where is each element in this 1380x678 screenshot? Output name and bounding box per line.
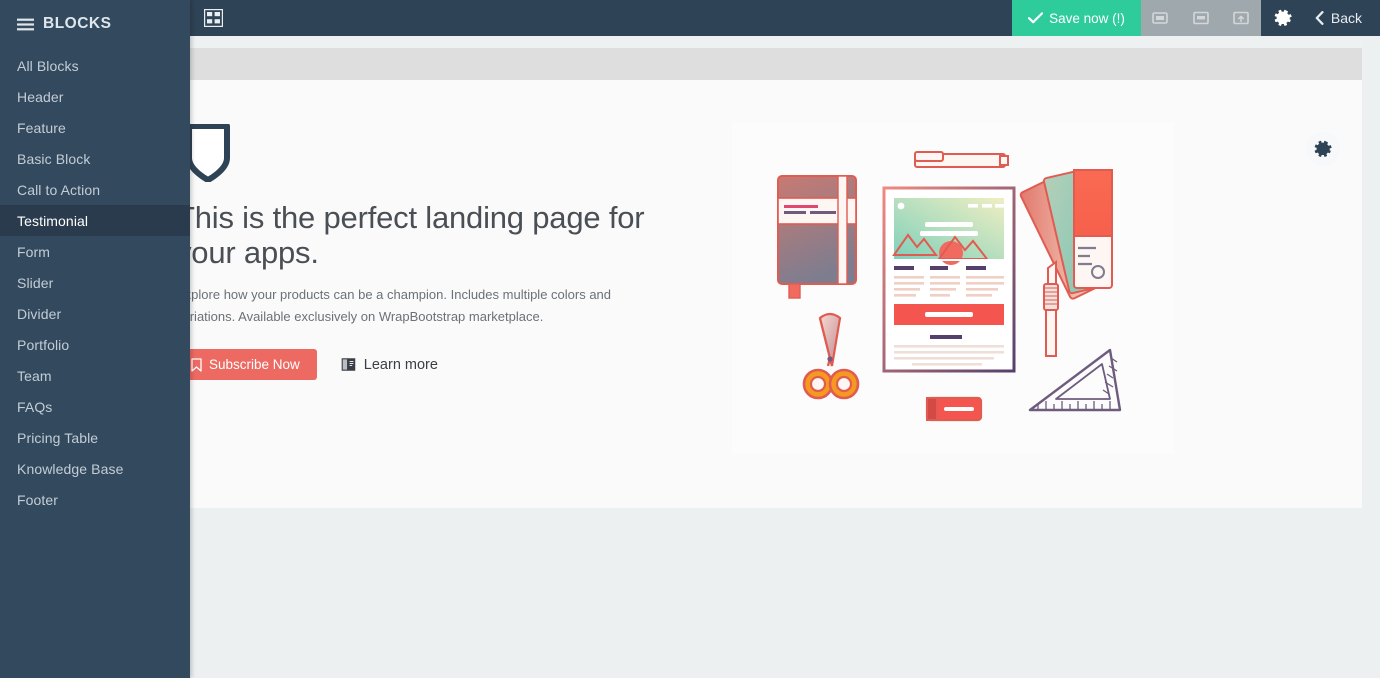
desktop-icon (1233, 11, 1249, 25)
sidebar-item-testimonial[interactable]: Testimonial (0, 205, 190, 236)
blocks-grid-button[interactable] (190, 0, 236, 36)
device-preview-group (1140, 0, 1261, 36)
bookmark-icon (191, 358, 202, 372)
document-mockup-illustration (882, 186, 1016, 373)
desktop-preview-button[interactable] (1221, 0, 1261, 36)
sidebar-item-label: FAQs (17, 398, 53, 415)
sidebar-title: BLOCKS (43, 15, 112, 32)
app-root: Save now (!) Back BLOCKS All Blocks Head… (0, 0, 1380, 678)
save-now-button[interactable]: Save now (!) (1012, 0, 1141, 36)
check-icon (1028, 12, 1044, 24)
learn-more-button[interactable]: Learn more (341, 357, 438, 373)
mobile-preview-button[interactable] (1141, 0, 1181, 36)
hero-heading: This is the perfect landing page for you… (190, 200, 645, 270)
sidebar-header[interactable]: BLOCKS (0, 0, 190, 48)
block-settings-button[interactable] (1306, 132, 1340, 166)
tablet-preview-button[interactable] (1181, 0, 1221, 36)
block-toolbar-band[interactable] (190, 48, 1362, 80)
chevron-left-icon (1315, 11, 1324, 25)
blocks-sidebar: BLOCKS All Blocks Header Feature Basic Bloc… (0, 0, 190, 678)
sidebar-item-label: Slider (17, 274, 54, 291)
subscribe-now-button[interactable]: Subscribe Now (190, 349, 317, 381)
save-now-label: Save now (!) (1049, 10, 1125, 26)
back-button[interactable]: Back (1307, 0, 1380, 36)
sidebar-item-feature[interactable]: Feature (0, 112, 190, 143)
sidebar-item-divider[interactable]: Divider (0, 298, 190, 329)
pen-illustration (914, 151, 1009, 168)
shield-icon (190, 123, 230, 183)
sidebar-item-label: Basic Block (17, 150, 91, 167)
sidebar-item-header[interactable]: Header (0, 81, 190, 112)
sidebar-item-label: Pricing Table (17, 429, 99, 446)
notebook-illustration (777, 175, 857, 299)
editor-canvas: This is the perfect landing page for you… (190, 36, 1380, 678)
hero-actions: Subscribe Now Learn more (190, 349, 672, 381)
sidebar-item-call-to-action[interactable]: Call to Action (0, 174, 190, 205)
sidebar-item-pricing-table[interactable]: Pricing Table (0, 422, 190, 453)
sidebar-item-label: Team (17, 367, 52, 384)
sidebar-item-label: Form (17, 243, 51, 260)
back-label: Back (1330, 10, 1362, 26)
sidebar-item-knowledge-base[interactable]: Knowledge Base (0, 453, 190, 484)
learn-more-label: Learn more (363, 356, 438, 373)
hero-badge (190, 123, 672, 187)
sidebar-item-label: Footer (17, 491, 59, 508)
hero-text-column: This is the perfect landing page for you… (190, 123, 672, 381)
sidebar-item-label: Portfolio (17, 336, 70, 353)
hamburger-icon (17, 18, 34, 30)
sidebar-item-label: Testimonial (17, 212, 89, 229)
gear-icon (1275, 9, 1292, 26)
sidebar-item-footer[interactable]: Footer (0, 484, 190, 515)
sidebar-item-faqs[interactable]: FAQs (0, 391, 190, 422)
toolbar-settings-button[interactable] (1261, 0, 1307, 36)
sidebar-item-label: All Blocks (17, 57, 79, 74)
hero-paragraph: Explore how your products can be a champ… (190, 287, 612, 324)
sidebar-item-team[interactable]: Team (0, 360, 190, 391)
sidebar-item-label: Divider (17, 305, 62, 322)
top-toolbar: Save now (!) Back (0, 0, 1380, 36)
canvas-top-strip (190, 36, 1362, 48)
sidebar-item-label: Feature (17, 119, 66, 136)
sidebar-item-label: Knowledge Base (17, 460, 124, 477)
design-tools-illustration (732, 122, 1174, 454)
grid-blocks-icon (203, 9, 223, 27)
sidebar-item-all-blocks[interactable]: All Blocks (0, 50, 190, 81)
sidebar-item-label: Header (17, 88, 64, 105)
mobile-icon (1152, 12, 1168, 24)
book-icon (341, 358, 356, 372)
subscribe-now-label: Subscribe Now (209, 357, 300, 373)
gear-icon (1314, 140, 1332, 157)
sidebar-item-slider[interactable]: Slider (0, 267, 190, 298)
sidebar-item-portfolio[interactable]: Portfolio (0, 329, 190, 360)
hero-block-panel[interactable]: This is the perfect landing page for you… (190, 80, 1362, 508)
sidebar-item-basic-block[interactable]: Basic Block (0, 143, 190, 174)
eraser-illustration (925, 396, 983, 422)
sidebar-item-label: Call to Action (17, 181, 101, 198)
tablet-icon (1193, 11, 1209, 25)
sidebar-nav: All Blocks Header Feature Basic Block Call t… (0, 48, 190, 515)
sidebar-item-form[interactable]: Form (0, 236, 190, 267)
